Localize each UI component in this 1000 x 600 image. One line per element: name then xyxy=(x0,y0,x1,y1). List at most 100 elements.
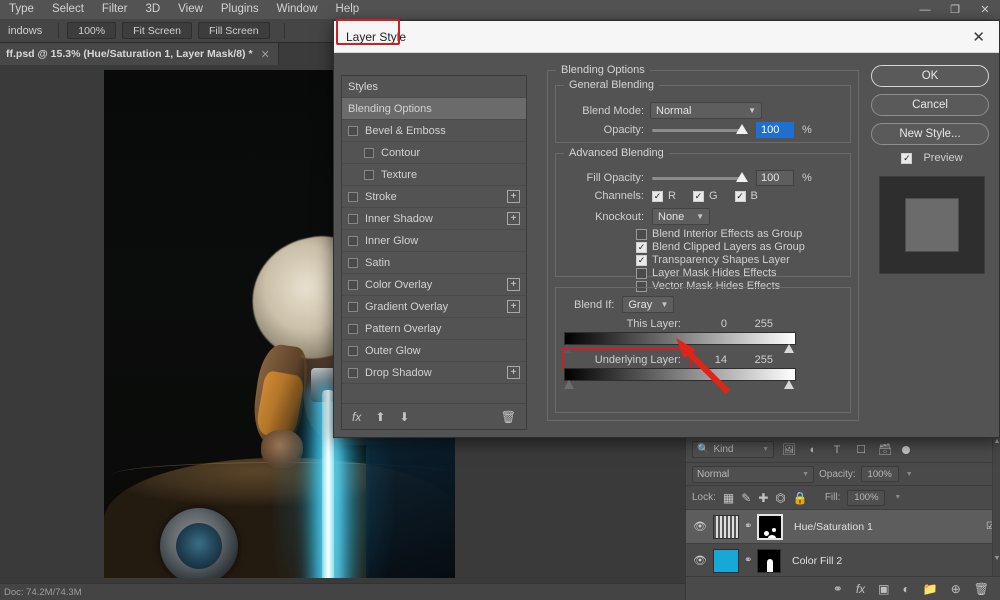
layer-kind-filter[interactable]: 🔍 Kind ▼ xyxy=(692,441,774,458)
cancel-button[interactable]: Cancel xyxy=(871,94,989,116)
shape-filter-icon[interactable]: ☐ xyxy=(852,441,870,458)
image-filter-icon[interactable]: 🖼 xyxy=(780,441,798,458)
blend-mode-select[interactable]: Normal ▼ xyxy=(650,102,762,119)
lock-all-icon[interactable]: 🔒 xyxy=(793,491,808,505)
transparency-shapes-layer-checkbox[interactable]: ✓ xyxy=(636,254,647,266)
restore-icon[interactable]: ❐ xyxy=(940,0,970,19)
channel-b-checkbox[interactable]: ✓ xyxy=(734,190,746,202)
mask-icon[interactable]: ▣ xyxy=(878,582,889,596)
menu-item-window[interactable]: Window xyxy=(268,0,327,19)
style-item-stroke[interactable]: Stroke + xyxy=(342,186,526,208)
chevron-down-icon[interactable]: ▼ xyxy=(894,494,901,501)
style-checkbox[interactable] xyxy=(348,235,358,246)
style-item-inner-glow[interactable]: Inner Glow xyxy=(342,230,526,252)
dialog-close-icon[interactable]: ✕ xyxy=(972,28,985,46)
blend-interior-effects-checkbox[interactable] xyxy=(636,228,647,240)
scroll-down-icon[interactable]: ▼ xyxy=(993,554,1000,564)
fill-opacity-input[interactable]: 100 xyxy=(756,170,794,186)
ok-button[interactable]: OK xyxy=(871,65,989,87)
channel-r-checkbox[interactable]: ✓ xyxy=(652,190,663,202)
fx-icon[interactable]: fx xyxy=(352,410,361,424)
blend-clipped-layers-checkbox[interactable]: ✓ xyxy=(636,241,647,253)
underlying-layer-black-slider[interactable] xyxy=(564,380,574,389)
blend-if-channel-select[interactable]: Gray ▼ xyxy=(622,296,675,313)
new-style-button[interactable]: New Style... xyxy=(871,123,989,145)
style-checkbox[interactable] xyxy=(348,279,358,290)
adjustment-filter-icon[interactable]: ◐ xyxy=(804,441,822,458)
move-up-icon[interactable]: ⬆ xyxy=(375,410,385,424)
filter-toggle-icon[interactable] xyxy=(902,445,910,454)
group-icon[interactable]: 📁 xyxy=(923,582,938,596)
style-item-gradient-overlay[interactable]: Gradient Overlay + xyxy=(342,296,526,318)
style-item-pattern-overlay[interactable]: Pattern Overlay xyxy=(342,318,526,340)
layer-row-hue-saturation[interactable]: 👁 ⚭ Hue/Saturation 1 ☑ xyxy=(686,510,1000,544)
style-item-drop-shadow[interactable]: Drop Shadow + xyxy=(342,362,526,384)
zoom-100-button[interactable]: 100% xyxy=(67,22,117,39)
this-layer-black-slider[interactable] xyxy=(562,344,572,353)
layer-row-color-fill[interactable]: 👁 ⚭ Color Fill 2 xyxy=(686,544,1000,578)
chevron-down-icon[interactable]: ▼ xyxy=(906,471,913,478)
preview-checkbox[interactable]: ✓ xyxy=(901,152,913,164)
add-effect-icon[interactable]: + xyxy=(507,366,520,379)
style-checkbox[interactable] xyxy=(364,169,374,180)
smart-object-filter-icon[interactable]: 🗃 xyxy=(876,441,894,458)
layer-mask-thumbnail[interactable] xyxy=(757,513,783,540)
underlying-layer-white-slider[interactable] xyxy=(784,380,794,389)
fill-opacity-slider-thumb[interactable] xyxy=(736,171,748,182)
menu-item-help[interactable]: Help xyxy=(327,0,369,19)
menu-item-3d[interactable]: 3D xyxy=(136,0,169,19)
style-checkbox[interactable] xyxy=(348,345,358,356)
move-down-icon[interactable]: ⬇ xyxy=(399,410,409,424)
style-item-color-overlay[interactable]: Color Overlay + xyxy=(342,274,526,296)
lock-artboard-icon[interactable]: ⏣ xyxy=(775,491,785,505)
trash-icon[interactable]: 🗑 xyxy=(974,582,989,596)
adjustment-icon[interactable]: ◐ xyxy=(903,582,910,596)
layer-blend-mode-select[interactable]: Normal ▼ xyxy=(692,465,814,483)
opacity-slider-thumb[interactable] xyxy=(736,123,748,134)
layer-mask-hides-effects-checkbox[interactable] xyxy=(636,267,647,279)
style-item-bevel-emboss[interactable]: Bevel & Emboss xyxy=(342,120,526,142)
style-item-contour[interactable]: Contour xyxy=(342,142,526,164)
style-item-satin[interactable]: Satin xyxy=(342,252,526,274)
style-checkbox[interactable] xyxy=(348,367,358,378)
layer-visibility-eye-icon[interactable]: 👁 xyxy=(692,520,708,533)
menu-item-select[interactable]: Select xyxy=(43,0,93,19)
fx-icon[interactable]: fx xyxy=(856,582,865,596)
layer-visibility-eye-icon[interactable]: 👁 xyxy=(692,554,708,567)
knockout-select[interactable]: None ▼ xyxy=(652,208,710,225)
channel-g-checkbox[interactable]: ✓ xyxy=(692,190,704,202)
link-icon[interactable]: ⚭ xyxy=(744,521,752,532)
lock-transparent-icon[interactable]: ▦ xyxy=(723,491,734,505)
this-layer-white-slider[interactable] xyxy=(784,344,794,353)
style-item-outer-glow[interactable]: Outer Glow xyxy=(342,340,526,362)
document-tab[interactable]: ff.psd @ 15.3% (Hue/Saturation 1, Layer … xyxy=(0,43,279,65)
style-checkbox[interactable] xyxy=(364,147,374,158)
trash-icon[interactable]: 🗑 xyxy=(501,410,516,424)
lock-image-icon[interactable]: ✎ xyxy=(741,491,751,505)
styles-list-header[interactable]: Styles xyxy=(342,76,526,98)
minimize-icon[interactable]: — xyxy=(910,0,940,19)
fill-screen-button[interactable]: Fill Screen xyxy=(197,22,270,39)
opacity-input[interactable]: 100 xyxy=(756,122,794,138)
document-tab-close-icon[interactable]: ✕ xyxy=(261,48,270,61)
style-checkbox[interactable] xyxy=(348,125,358,136)
style-item-blending-options[interactable]: Blending Options xyxy=(342,98,526,120)
link-icon[interactable]: ⚭ xyxy=(833,582,843,596)
opacity-slider[interactable] xyxy=(652,123,748,134)
add-effect-icon[interactable]: + xyxy=(507,212,520,225)
style-checkbox[interactable] xyxy=(348,301,358,312)
type-filter-icon[interactable]: T xyxy=(828,441,846,458)
style-checkbox[interactable] xyxy=(348,191,358,202)
style-checkbox[interactable] xyxy=(348,257,358,268)
layer-thumbnail-color[interactable] xyxy=(713,548,739,573)
add-effect-icon[interactable]: + xyxy=(507,278,520,291)
layer-mask-thumbnail[interactable] xyxy=(757,548,781,573)
fit-screen-button[interactable]: Fit Screen xyxy=(122,22,192,39)
style-checkbox[interactable] xyxy=(348,213,358,224)
menu-item-view[interactable]: View xyxy=(169,0,212,19)
style-item-texture[interactable]: Texture xyxy=(342,164,526,186)
style-item-inner-shadow[interactable]: Inner Shadow + xyxy=(342,208,526,230)
close-icon[interactable]: ✕ xyxy=(970,0,1000,19)
layer-fill-value[interactable]: 100% xyxy=(847,489,886,506)
new-layer-icon[interactable]: ⊕ xyxy=(951,582,961,596)
